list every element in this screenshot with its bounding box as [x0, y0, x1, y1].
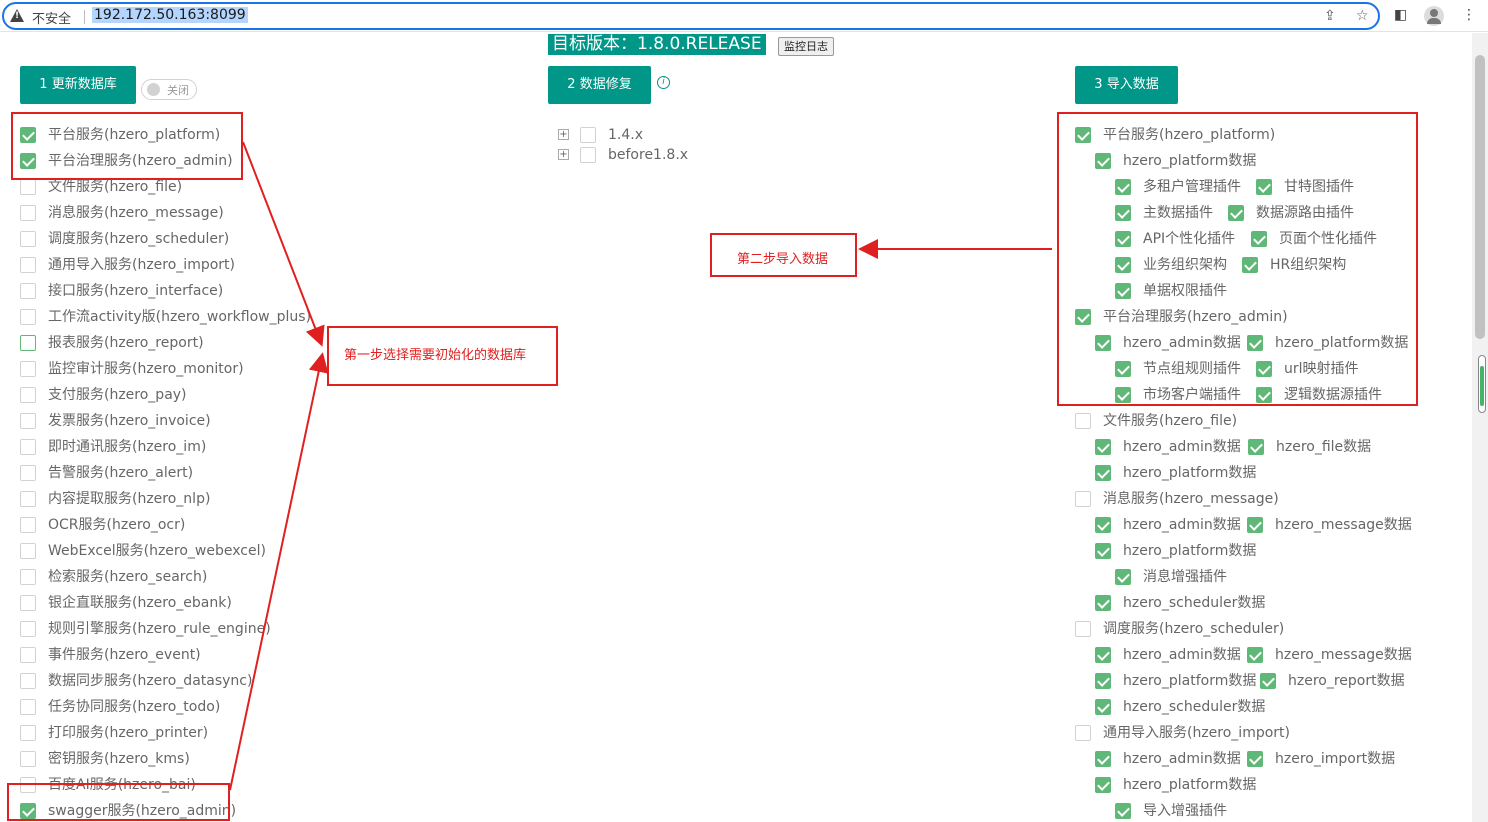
arrow-to-step1-from-bottom — [229, 352, 329, 791]
arrow-to-step1-from-top — [242, 141, 325, 347]
annotation-arrows — [229, 141, 1052, 791]
